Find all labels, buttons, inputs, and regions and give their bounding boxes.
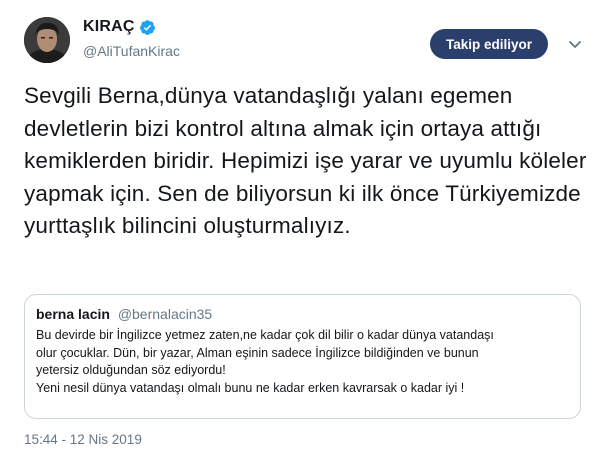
quoted-tweet-header: berna lacin @bernalacin35: [36, 305, 569, 323]
quoted-text-line: yetersiz olduğundan söz ediyordu!: [36, 363, 226, 377]
quoted-author-handle: @bernalacin35: [117, 306, 213, 322]
verified-badge-icon: [139, 19, 156, 36]
quoted-text-line: Bu devirde bir İngilizce yetmez zaten,ne…: [36, 328, 494, 342]
following-button[interactable]: Takip ediliyor: [430, 29, 548, 59]
author-name-row: KIRAÇ: [83, 18, 156, 36]
quoted-author-name: berna lacin: [36, 306, 110, 322]
author-handle[interactable]: @AliTufanKirac: [83, 43, 180, 59]
tweet-text: Sevgili Berna,dünya vatandaşlığı yalanı …: [24, 83, 587, 238]
chevron-down-icon[interactable]: [567, 36, 583, 52]
quoted-tweet-text: Bu devirde bir İngilizce yetmez zaten,ne…: [36, 327, 569, 397]
tweet-timestamp[interactable]: 15:44 - 12 Nis 2019: [24, 432, 142, 447]
avatar[interactable]: [24, 17, 70, 63]
quoted-tweet[interactable]: berna lacin @bernalacin35 Bu devirde bir…: [24, 294, 581, 419]
quoted-text-line: olur çocuklar. Dün, bir yazar, Alman eşi…: [36, 345, 479, 360]
quoted-text-line: Yeni nesil dünya vatandaşı olmalı bunu n…: [36, 380, 465, 395]
author-display-name[interactable]: KIRAÇ: [83, 18, 135, 36]
